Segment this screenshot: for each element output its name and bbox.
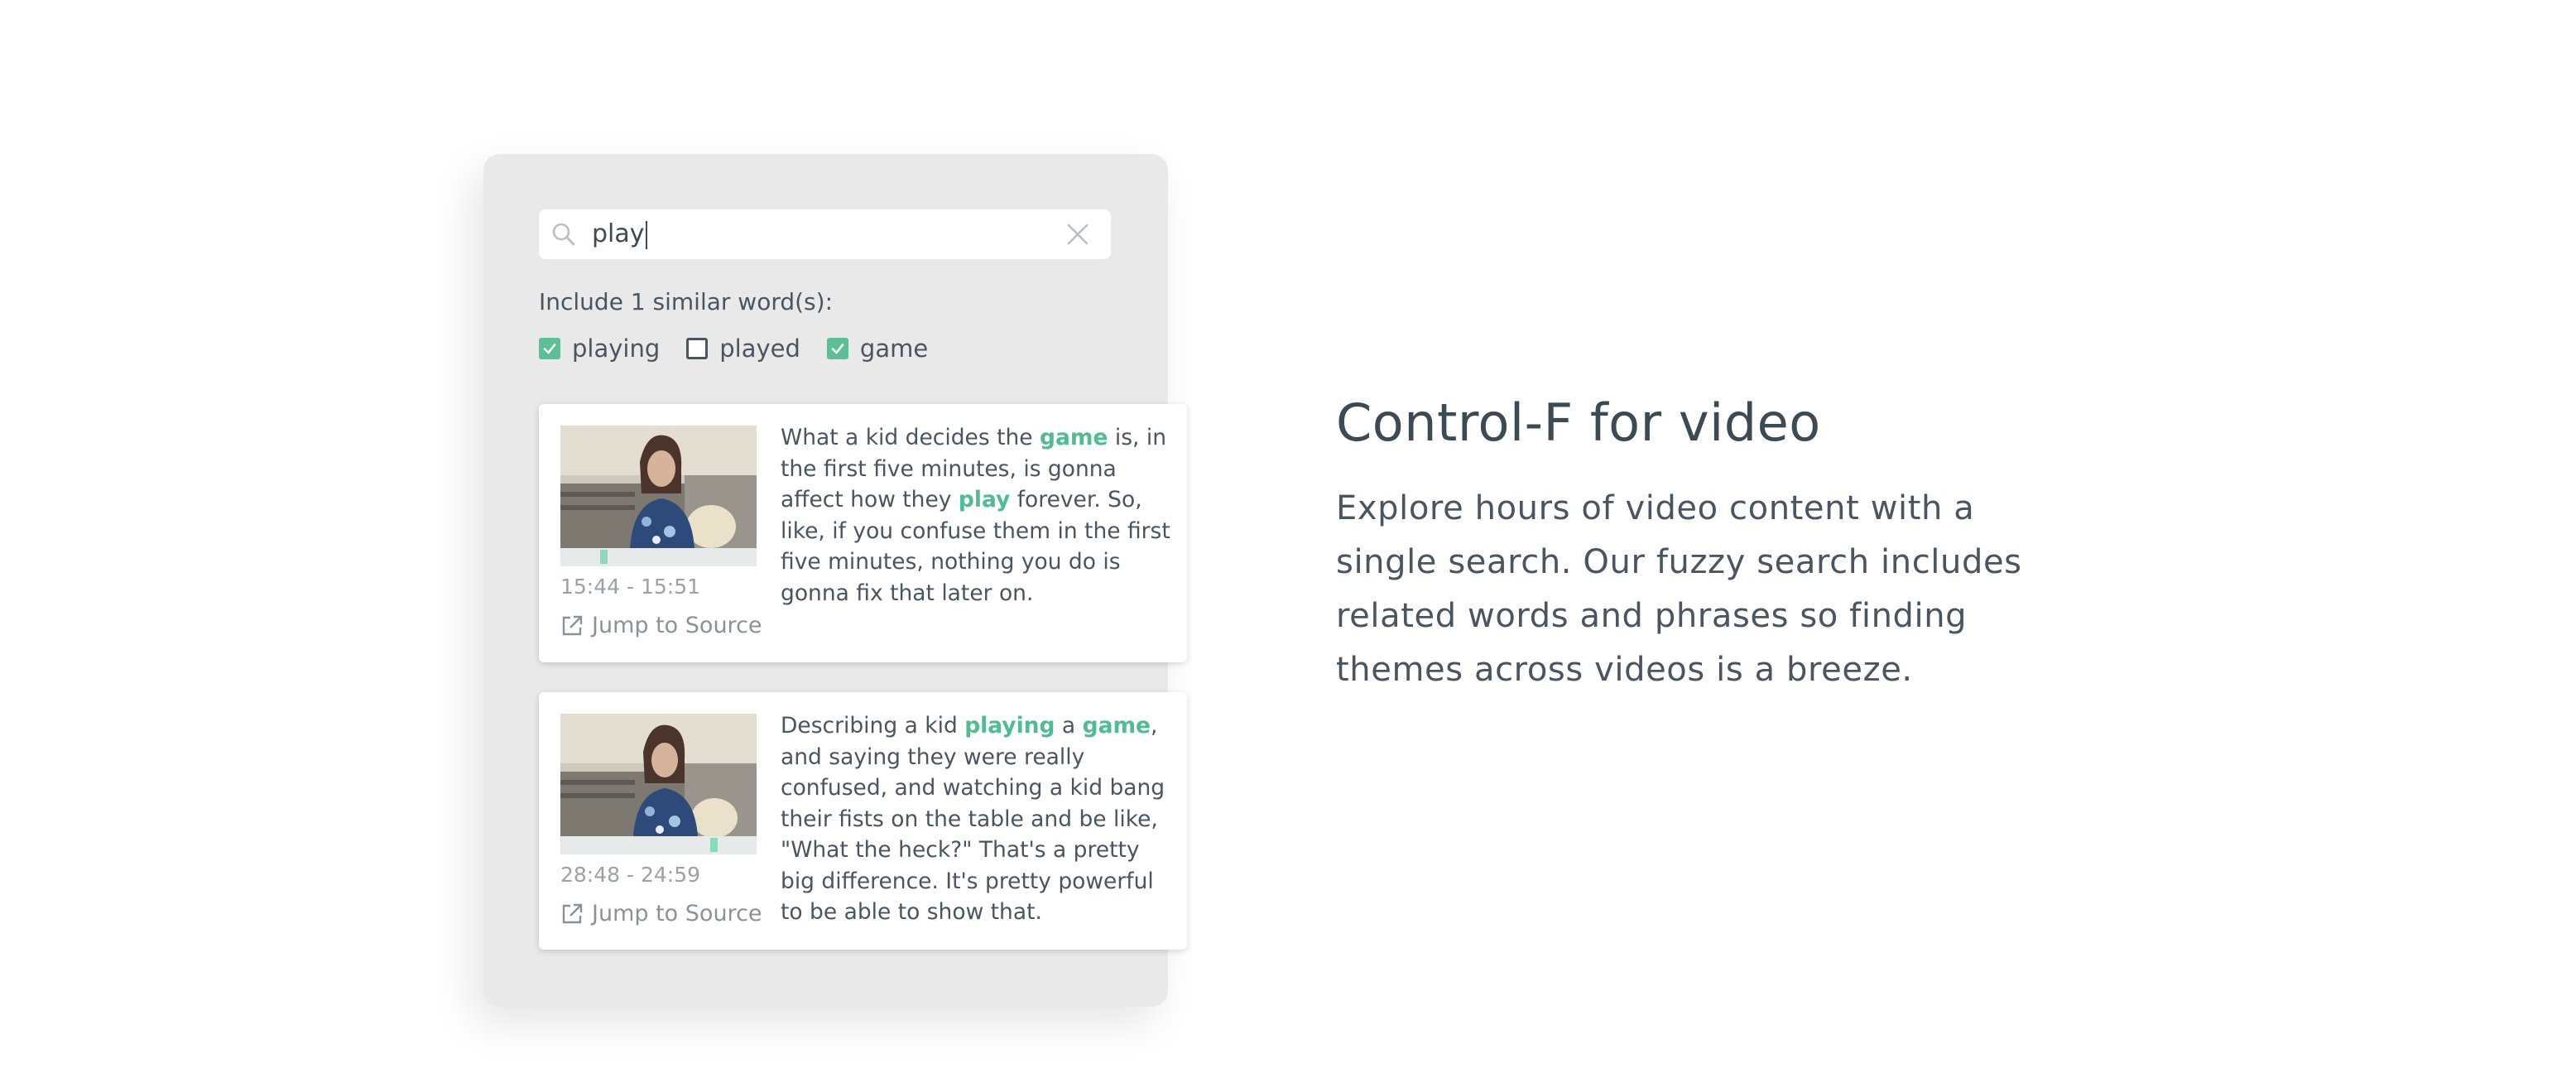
jump-to-source-label: Jump to Source xyxy=(592,613,762,638)
jump-to-source-label: Jump to Source xyxy=(592,901,762,926)
quote-text: a xyxy=(1055,713,1083,739)
option-label: played xyxy=(719,334,800,363)
jump-to-source-link[interactable]: Jump to Source xyxy=(560,613,762,638)
external-link-icon xyxy=(562,903,583,923)
text-caret xyxy=(645,220,647,249)
quote-text: , and saying they were really confused, … xyxy=(781,713,1165,925)
feature-title: Control-F for video xyxy=(1336,392,1821,453)
option-played[interactable]: played xyxy=(686,334,800,363)
timeline-marker[interactable] xyxy=(709,838,718,852)
transcript-quote: What a kid decides the game is, in the f… xyxy=(781,422,1178,609)
jump-to-source-link[interactable]: Jump to Source xyxy=(560,901,762,926)
external-link-icon xyxy=(562,615,583,635)
clear-icon[interactable] xyxy=(1066,223,1089,246)
quote-text: What a kid decides the xyxy=(781,425,1040,450)
highlighted-match: game xyxy=(1082,713,1151,739)
checkbox-game[interactable] xyxy=(826,338,848,359)
video-timeline[interactable] xyxy=(560,548,757,566)
result-card: 15:44 - 15:51 Jump to Source What a kid … xyxy=(539,404,1187,662)
similar-words-label: Include 1 similar word(s): xyxy=(539,288,834,315)
option-game[interactable]: game xyxy=(826,334,929,363)
video-thumbnail[interactable] xyxy=(560,426,757,566)
highlighted-match: playing xyxy=(964,713,1055,739)
timeline-marker[interactable] xyxy=(600,550,608,564)
option-label: playing xyxy=(572,334,661,363)
video-timeline[interactable] xyxy=(560,836,757,854)
checkbox-played[interactable] xyxy=(686,338,709,359)
video-thumbnail[interactable] xyxy=(560,714,757,854)
transcript-quote: Describing a kid playing a game, and say… xyxy=(781,710,1178,928)
similar-words-options: playing played game xyxy=(539,334,954,363)
search-input[interactable]: play xyxy=(592,209,1039,259)
search-icon xyxy=(552,223,575,246)
check-icon xyxy=(543,344,556,354)
time-range: 15:44 - 15:51 xyxy=(560,575,701,599)
highlighted-match: game xyxy=(1040,425,1108,450)
quote-text: Describing a kid xyxy=(781,713,965,739)
option-label: game xyxy=(859,334,929,363)
result-card: 28:48 - 24:59 Jump to Source Describing … xyxy=(539,692,1187,950)
check-icon xyxy=(831,344,844,354)
checkbox-playing[interactable] xyxy=(539,338,560,359)
highlighted-match: play xyxy=(958,487,1011,512)
video-frame-image xyxy=(560,714,757,838)
search-box[interactable]: play xyxy=(539,209,1111,259)
feature-description: Explore hours of video content with a si… xyxy=(1336,489,2022,689)
video-frame-image xyxy=(560,426,757,548)
time-range: 28:48 - 24:59 xyxy=(560,863,701,887)
option-playing[interactable]: playing xyxy=(539,334,660,363)
